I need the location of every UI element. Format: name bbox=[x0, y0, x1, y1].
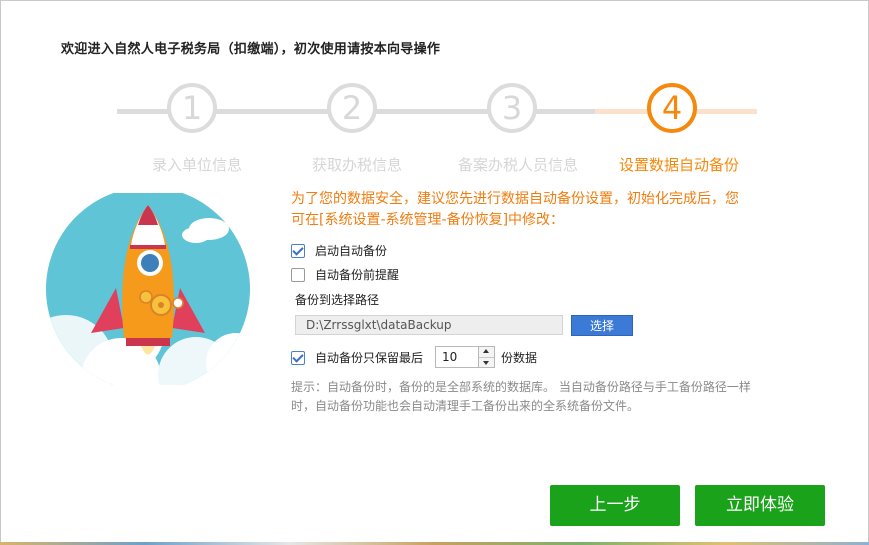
wizard-title: 欢迎进入自然人电子税务局（扣缴端），初次使用请按本向导操作 bbox=[61, 42, 441, 57]
previous-step-button[interactable]: 上一步 bbox=[550, 485, 680, 526]
decrement-arrow-icon[interactable] bbox=[479, 357, 494, 367]
step-3-label: 备案办税人员信息 bbox=[457, 156, 578, 174]
wizard-dialog: 欢迎进入自然人电子税务局（扣缴端），初次使用请按本向导操作 1 2 3 4 录入… bbox=[0, 0, 869, 545]
increment-arrow-icon[interactable] bbox=[479, 347, 494, 358]
step-2-circle: 2 bbox=[327, 83, 377, 133]
keep-last-row[interactable]: 自动备份只保留最后 bbox=[291, 349, 423, 366]
backup-path-label: 备份到选择路径 bbox=[295, 293, 380, 307]
keep-count-arrows bbox=[479, 346, 495, 368]
remind-before-label: 自动备份前提醒 bbox=[315, 268, 400, 282]
start-experience-button[interactable]: 立即体验 bbox=[695, 485, 825, 526]
step-1-circle: 1 bbox=[167, 83, 217, 133]
backup-path-input[interactable]: D:\Zrrssglxt\dataBackup bbox=[295, 315, 563, 335]
keep-count-stepper[interactable]: 10 bbox=[435, 346, 495, 368]
backup-notice: 为了您的数据安全，建议您先进行数据自动备份设置，初始化完成后，您可在[系统设置-… bbox=[291, 191, 739, 228]
auto-backup-label: 启动自动备份 bbox=[315, 244, 388, 258]
keep-last-label: 自动备份只保留最后 bbox=[315, 351, 424, 365]
keep-count-suffix: 份数据 bbox=[501, 351, 538, 365]
backup-hint: 提示：自动备份时，备份的是全部系统的数据库。 当自动备份路径与手工备份路径一样时… bbox=[291, 380, 751, 413]
step-2-label: 获取办税信息 bbox=[311, 156, 402, 174]
keep-last-checkbox[interactable] bbox=[291, 350, 305, 365]
remind-before-row[interactable]: 自动备份前提醒 bbox=[291, 266, 399, 283]
step-1-label: 录入单位信息 bbox=[151, 156, 242, 174]
remind-before-checkbox[interactable] bbox=[291, 267, 305, 282]
rocket-illustration bbox=[46, 193, 250, 385]
step-4-circle: 4 bbox=[647, 83, 697, 133]
auto-backup-checkbox[interactable] bbox=[291, 243, 305, 258]
auto-backup-row[interactable]: 启动自动备份 bbox=[291, 242, 387, 259]
step-4-label: 设置数据自动备份 bbox=[618, 156, 739, 174]
keep-count-input[interactable]: 10 bbox=[435, 346, 479, 368]
step-3-circle: 3 bbox=[487, 83, 537, 133]
select-path-button[interactable]: 选择 bbox=[571, 315, 633, 336]
